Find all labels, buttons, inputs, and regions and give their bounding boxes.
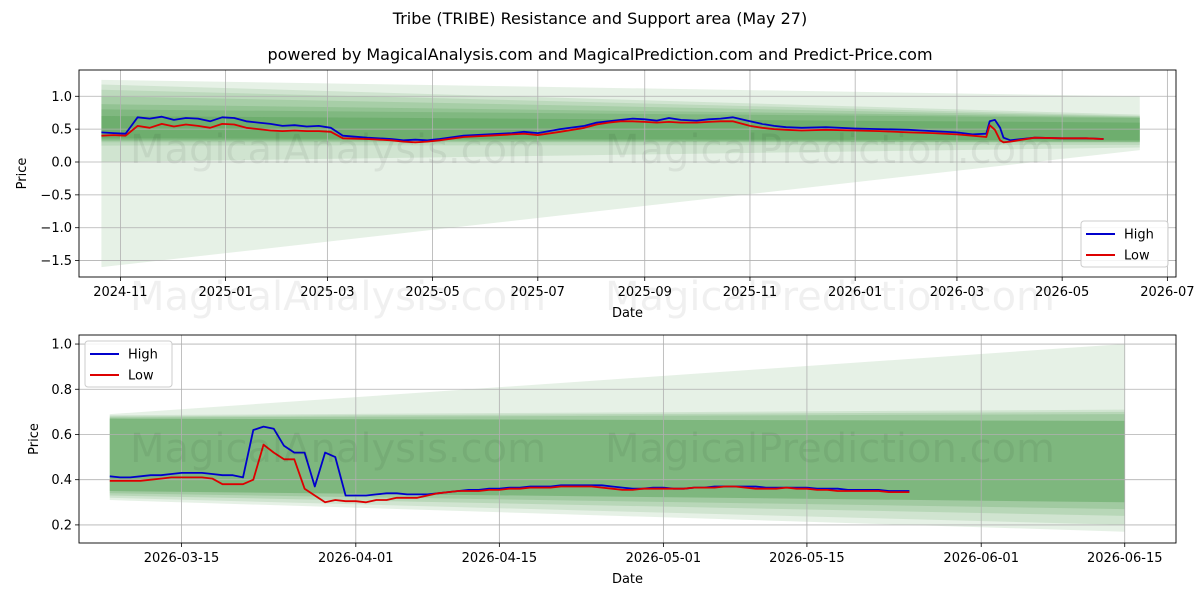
watermark-text: MagicalPrediction.com — [605, 274, 1055, 320]
x-tick-label: 2026-07 — [1140, 285, 1194, 300]
x-axis-label: Date — [612, 572, 643, 587]
x-tick-label: 2026-06-01 — [943, 551, 1019, 566]
y-tick-label: 0.4 — [51, 473, 72, 488]
y-axis-label: Price — [15, 158, 30, 190]
x-tick-label: 2026-04-15 — [462, 551, 538, 566]
x-tick-label: 2026-06-15 — [1087, 551, 1163, 566]
y-tick-label: 0.0 — [51, 156, 72, 171]
y-tick-label: 0.2 — [51, 518, 72, 533]
legend-label-high: High — [128, 348, 158, 363]
watermark-text: MagicalPrediction.com — [605, 426, 1055, 472]
watermark-text: MagicalAnalysis.com — [130, 274, 546, 320]
chart-figure: 2024-11 2025-01 2025-03 2025-05 2025-07 2025-… — [15, 69, 1195, 587]
y-tick-label: 0.6 — [51, 428, 72, 443]
y-tick-label: 1.0 — [51, 90, 72, 105]
legend: High Low — [1080, 220, 1169, 268]
y-axis-label: Price — [27, 423, 42, 455]
y-tick-label: 1.0 — [51, 338, 72, 353]
x-tick-label: 2026-05-01 — [626, 551, 702, 566]
x-tick-label: 2026-04-01 — [318, 551, 394, 566]
y-tick-label: −1.5 — [40, 254, 72, 269]
legend-label-low: Low — [1124, 249, 1150, 264]
x-tick-label: 2026-03-15 — [144, 551, 220, 566]
legend: High Low — [84, 340, 173, 388]
y-tick-label: 0.5 — [51, 123, 72, 138]
legend-label-high: High — [1124, 228, 1154, 243]
legend-label-low: Low — [128, 369, 154, 384]
watermark-text: MagicalPrediction.com — [605, 127, 1055, 173]
x-tick-label: 2026-05-15 — [769, 551, 845, 566]
forecast-bands — [101, 79, 1140, 268]
y-tick-label: 0.8 — [51, 383, 72, 398]
y-tick-label: −1.0 — [40, 221, 72, 236]
y-tick-label: −0.5 — [40, 188, 72, 203]
watermark-text: MagicalAnalysis.com — [130, 426, 546, 472]
watermark-text: MagicalAnalysis.com — [130, 127, 546, 173]
